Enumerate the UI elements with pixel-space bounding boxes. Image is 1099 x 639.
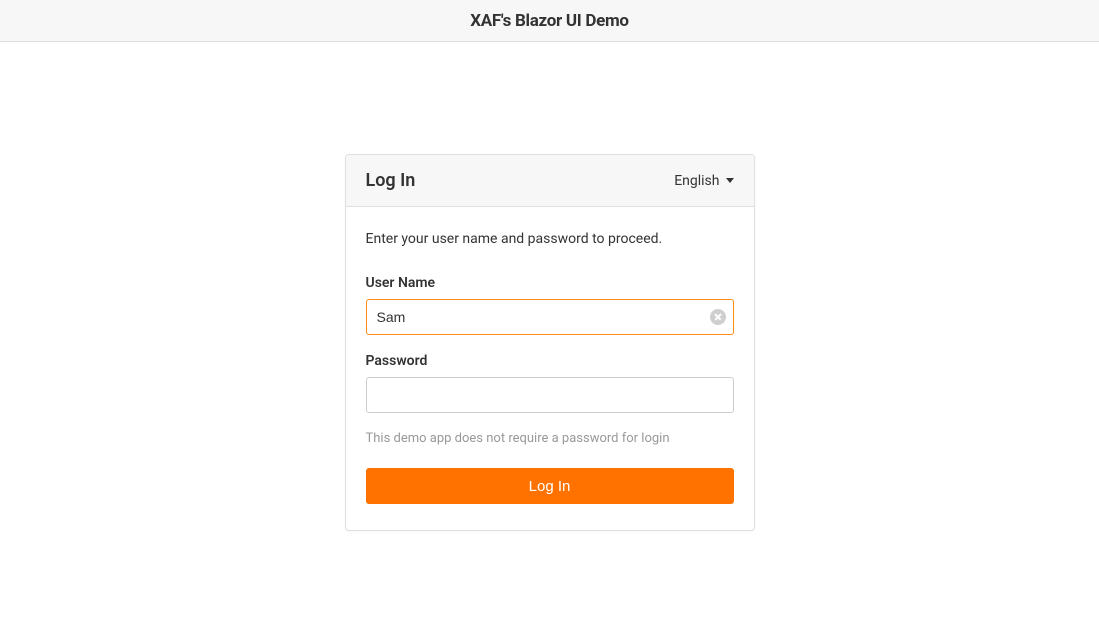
password-hint: This demo app does not require a passwor…: [366, 431, 734, 446]
password-input-wrapper: [366, 377, 734, 413]
app-title: XAF's Blazor UI Demo: [470, 11, 628, 31]
language-label: English: [674, 173, 719, 189]
login-card-header: Log In English: [346, 155, 754, 207]
password-input[interactable]: [366, 377, 734, 413]
username-group: User Name: [366, 275, 734, 335]
caret-down-icon: [726, 178, 734, 183]
username-input[interactable]: [366, 299, 734, 335]
username-input-wrapper: [366, 299, 734, 335]
language-selector[interactable]: English: [674, 173, 733, 189]
main-content: Log In English Enter your user name and …: [0, 42, 1099, 531]
clear-icon[interactable]: [710, 309, 726, 325]
username-label: User Name: [366, 275, 734, 291]
login-button[interactable]: Log In: [366, 468, 734, 504]
login-card: Log In English Enter your user name and …: [345, 154, 755, 531]
login-title: Log In: [366, 170, 416, 191]
app-header: XAF's Blazor UI Demo: [0, 0, 1099, 42]
password-group: Password: [366, 353, 734, 413]
login-instruction: Enter your user name and password to pro…: [366, 231, 734, 247]
password-label: Password: [366, 353, 734, 369]
login-card-body: Enter your user name and password to pro…: [346, 207, 754, 530]
